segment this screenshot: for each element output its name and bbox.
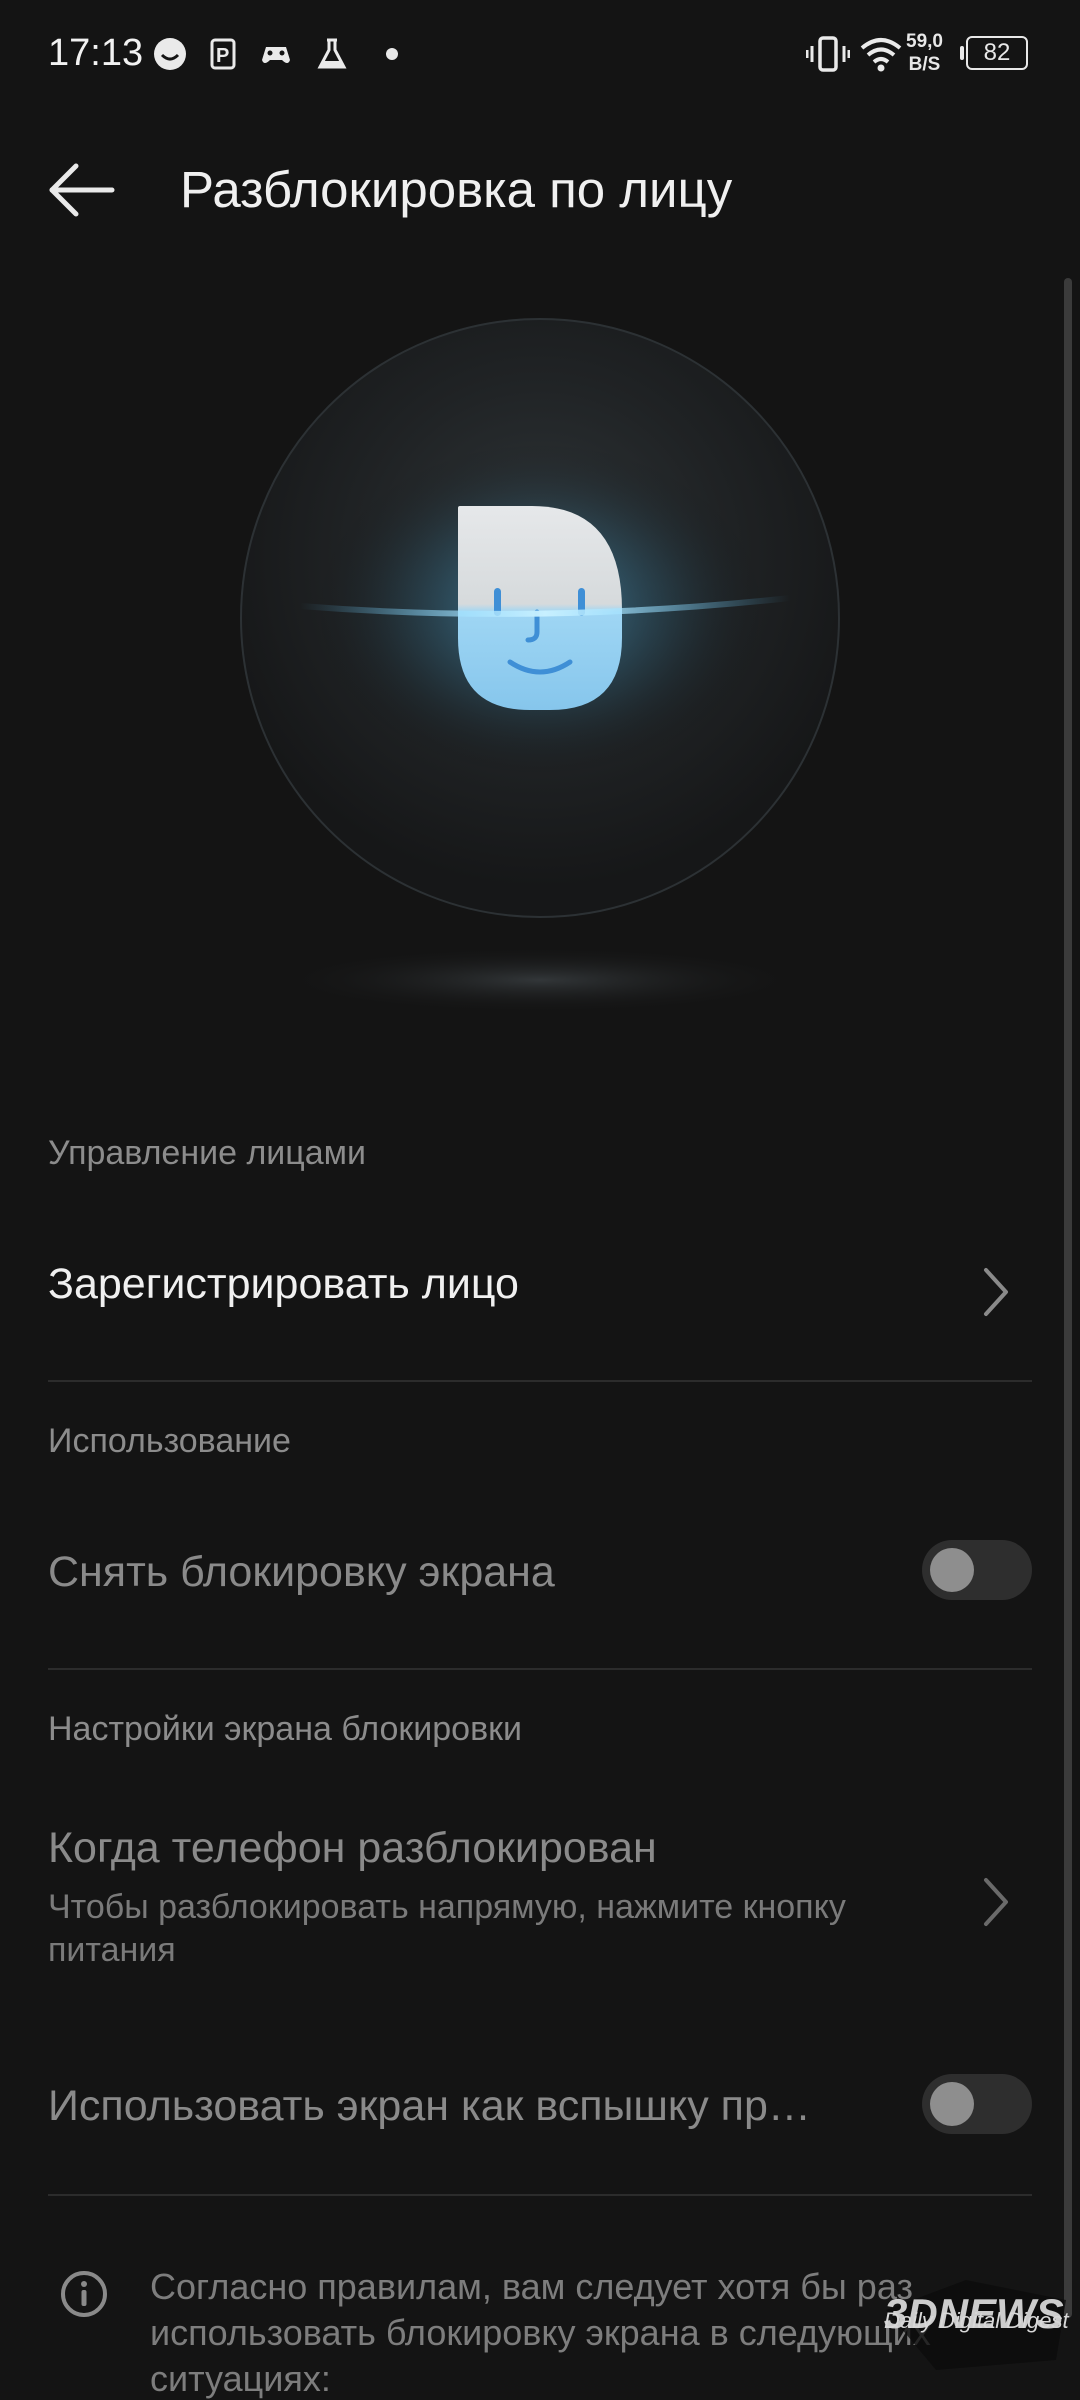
when-unlocked-label: Когда телефон разблокирован	[48, 1824, 657, 1872]
unlock-screen-toggle[interactable]	[922, 1540, 1032, 1600]
info-icon	[61, 2271, 107, 2317]
unlock-screen-row[interactable]: Снять блокировку экрана	[0, 1520, 1080, 1650]
network-speed: 59,0 B/S	[906, 30, 943, 76]
section-header-face-management: Управление лицами	[48, 1134, 367, 1172]
network-speed-value: 59,0	[906, 31, 943, 52]
screen-flash-toggle[interactable]	[922, 2074, 1032, 2134]
divider	[48, 2194, 1032, 2196]
gamepad-icon	[262, 47, 290, 63]
chevron-right-icon	[984, 1878, 1008, 1926]
page-title: Разблокировка по лицу	[180, 161, 733, 218]
when-unlocked-description: Чтобы разблокировать напрямую, нажмите к…	[48, 1888, 846, 1969]
status-time: 17:13	[48, 32, 144, 74]
screen-flash-row[interactable]: Использовать экран как вспышку пр…	[0, 2054, 1080, 2184]
toggle-knob	[930, 2082, 974, 2126]
chat-bubble-icon	[154, 38, 186, 70]
status-bar: 17:13 P 59,0 B/S 82	[0, 0, 1080, 110]
vibrate-icon	[806, 36, 850, 72]
unlock-screen-label: Снять блокировку экрана	[48, 1548, 555, 1596]
register-face-row[interactable]: Зарегистрировать лицо	[0, 1230, 1080, 1360]
svg-text:P: P	[216, 45, 229, 67]
flask-icon	[317, 38, 347, 69]
chevron-right-icon	[984, 1268, 1008, 1316]
wifi-icon	[860, 38, 902, 72]
notification-dot	[386, 48, 398, 60]
divider	[48, 1668, 1032, 1670]
section-header-usage: Использование	[48, 1422, 291, 1460]
parking-app-icon: P	[210, 38, 236, 70]
divider	[48, 1380, 1032, 1382]
face-unlock-screen: 17:13 P 59,0 B/S 82 Разблокировка по лиц…	[0, 0, 1080, 2400]
section-header-lock-screen: Настройки экрана блокировки	[48, 1710, 523, 1748]
face-scan-illustration	[240, 318, 840, 1014]
info-text: Согласно правилам, вам следует хотя бы р…	[150, 2266, 931, 2399]
register-face-label: Зарегистрировать лицо	[48, 1260, 519, 1308]
when-unlocked-row[interactable]: Когда телефон разблокирован Чтобы разбло…	[0, 1810, 1080, 1990]
screen-flash-label: Использовать экран как вспышку пр…	[48, 2082, 811, 2130]
network-speed-unit: B/S	[908, 54, 941, 75]
back-button[interactable]	[40, 150, 130, 230]
watermark-tagline: Daily Digital Digest	[884, 2308, 1069, 2333]
arrow-left-icon	[49, 163, 115, 217]
battery-icon: 82	[960, 36, 1028, 70]
toggle-knob	[930, 1548, 974, 1592]
